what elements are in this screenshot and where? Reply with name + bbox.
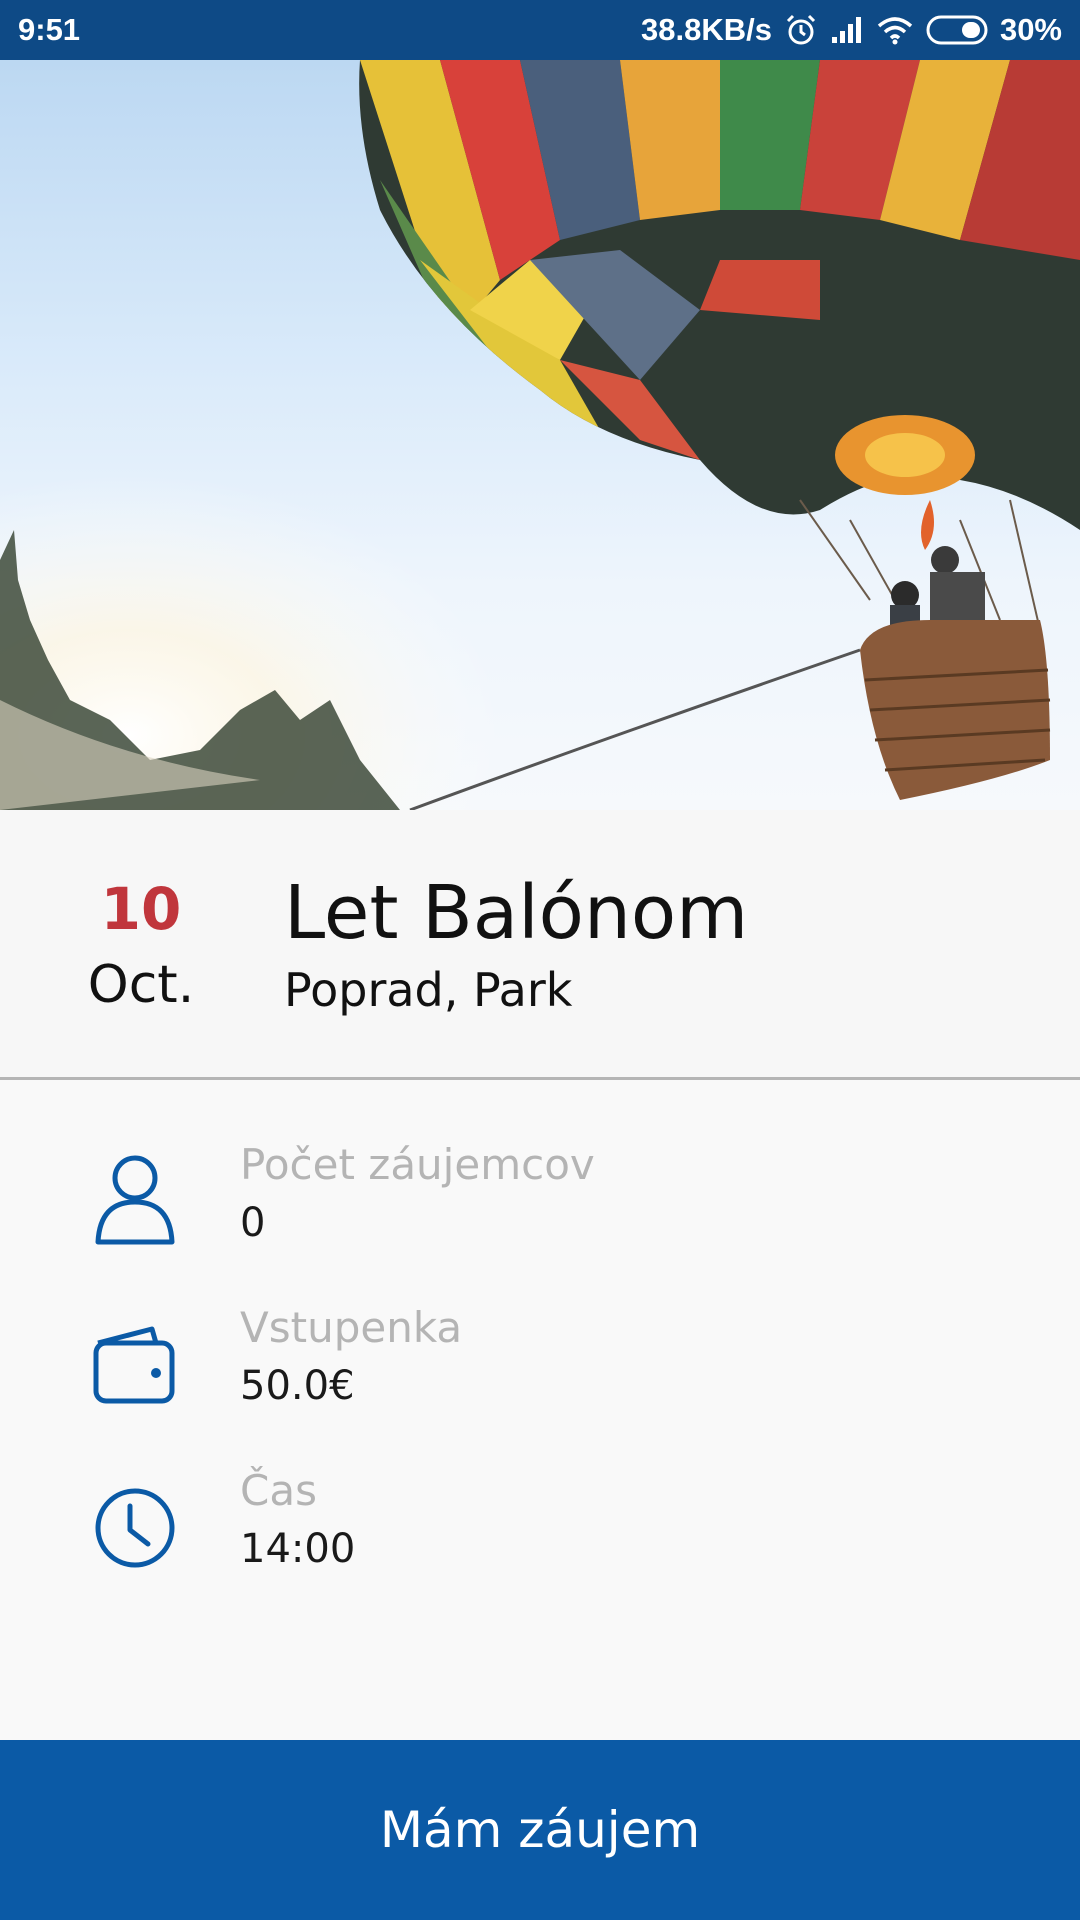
- detail-ticket-price: Vstupenka 50.0€: [0, 1303, 1080, 1433]
- status-indicators: 38.8KB/s 30%: [641, 12, 1062, 48]
- detail-value: 14:00: [240, 1526, 356, 1572]
- hot-air-balloon-illustration: [0, 60, 1080, 810]
- network-speed: 38.8KB/s: [640, 12, 772, 47]
- wallet-icon: [90, 1313, 180, 1413]
- alarm-icon: [784, 13, 818, 47]
- battery-indicator: 30%: [926, 12, 1062, 48]
- detail-label: Čas: [240, 1466, 317, 1515]
- event-header: 10 Oct. Let Balónom Poprad, Park: [0, 810, 1080, 1080]
- battery-percent: 30%: [999, 12, 1062, 47]
- clock-icon: [90, 1476, 180, 1576]
- event-location: Poprad, Park: [284, 963, 573, 1017]
- status-time: 9:51: [18, 12, 81, 47]
- detail-value: 50.0€: [240, 1363, 355, 1409]
- detail-label: Počet záujemcov: [240, 1140, 595, 1189]
- detail-time: Čas 14:00: [0, 1466, 1080, 1596]
- signal-icon: [830, 15, 864, 45]
- interested-button[interactable]: Mám záujem: [0, 1740, 1080, 1920]
- hero-image: [0, 60, 1080, 810]
- detail-label: Vstupenka: [240, 1303, 463, 1352]
- status-bar: 9:51 38.8KB/s 30%: [0, 0, 1080, 60]
- detail-interested-count: Počet záujemcov 0: [0, 1140, 1080, 1270]
- event-day: 10: [100, 875, 182, 943]
- event-month: Oct.: [87, 955, 195, 1015]
- wifi-icon: [876, 15, 914, 45]
- detail-value: 0: [240, 1200, 266, 1246]
- battery-icon: [926, 15, 988, 45]
- event-title: Let Balónom: [284, 870, 749, 956]
- person-icon: [90, 1150, 180, 1250]
